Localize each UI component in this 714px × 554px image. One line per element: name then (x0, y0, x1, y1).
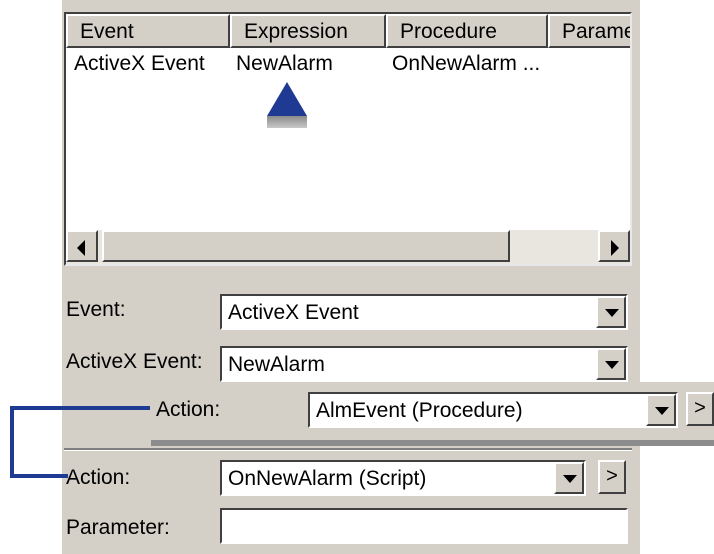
column-header-expression[interactable]: Expression (230, 14, 386, 48)
arrow-right-icon (611, 240, 619, 256)
connector-line-top (10, 406, 150, 410)
row-procedure-cell: OnNewAlarm ... (392, 52, 541, 75)
horizontal-scrollbar[interactable] (66, 230, 630, 264)
event-label: Event: (66, 298, 126, 321)
pointer-shadow (267, 116, 307, 128)
action-dropdown-button[interactable] (554, 462, 584, 494)
action-value: OnNewAlarm (Script) (228, 467, 427, 490)
callout-action-dropdown-button[interactable] (646, 394, 676, 426)
activex-event-value: NewAlarm (228, 353, 325, 376)
chevron-down-icon (655, 407, 669, 415)
callout-action-dropdown[interactable]: AlmEvent (Procedure) (308, 392, 678, 428)
scroll-thumb[interactable] (102, 230, 510, 262)
chevron-down-icon (563, 475, 577, 483)
activex-event-dropdown-button[interactable] (596, 348, 626, 380)
column-header-parameter[interactable]: Parame (548, 14, 630, 48)
parameter-label: Parameter: (66, 516, 170, 539)
row-event-cell: ActiveX Event (74, 52, 205, 75)
callout-action-value: AlmEvent (Procedure) (316, 399, 523, 422)
action-more-button[interactable]: > (598, 460, 626, 494)
connector-line-vertical (10, 406, 14, 478)
action-callout-panel: Action: AlmEvent (Procedure) > (148, 382, 714, 440)
scroll-left-button[interactable] (66, 230, 98, 262)
row-expression-cell: NewAlarm (236, 52, 333, 75)
callout-action-more-button[interactable]: > (686, 392, 714, 426)
activex-event-dropdown[interactable]: NewAlarm (220, 346, 628, 382)
event-list[interactable]: Event Expression Procedure Parame Active… (64, 12, 632, 266)
column-header-procedure[interactable]: Procedure (386, 14, 548, 48)
event-dropdown[interactable]: ActiveX Event (220, 294, 628, 330)
action-dropdown[interactable]: OnNewAlarm (Script) (220, 460, 586, 496)
column-header-event[interactable]: Event (66, 14, 230, 48)
chevron-down-icon (605, 309, 619, 317)
connector-line-bottom (10, 474, 68, 478)
arrow-left-icon (77, 240, 85, 256)
callout-action-label: Action: (156, 398, 221, 421)
pointer-arrow-icon (267, 82, 307, 116)
scroll-right-button[interactable] (598, 230, 630, 262)
chevron-down-icon (605, 361, 619, 369)
parameter-field[interactable] (220, 508, 628, 544)
separator (64, 448, 632, 451)
event-dropdown-button[interactable] (596, 296, 626, 328)
event-value: ActiveX Event (228, 301, 359, 324)
action-label: Action: (66, 466, 131, 489)
activex-event-label: ActiveX Event: (66, 350, 203, 373)
